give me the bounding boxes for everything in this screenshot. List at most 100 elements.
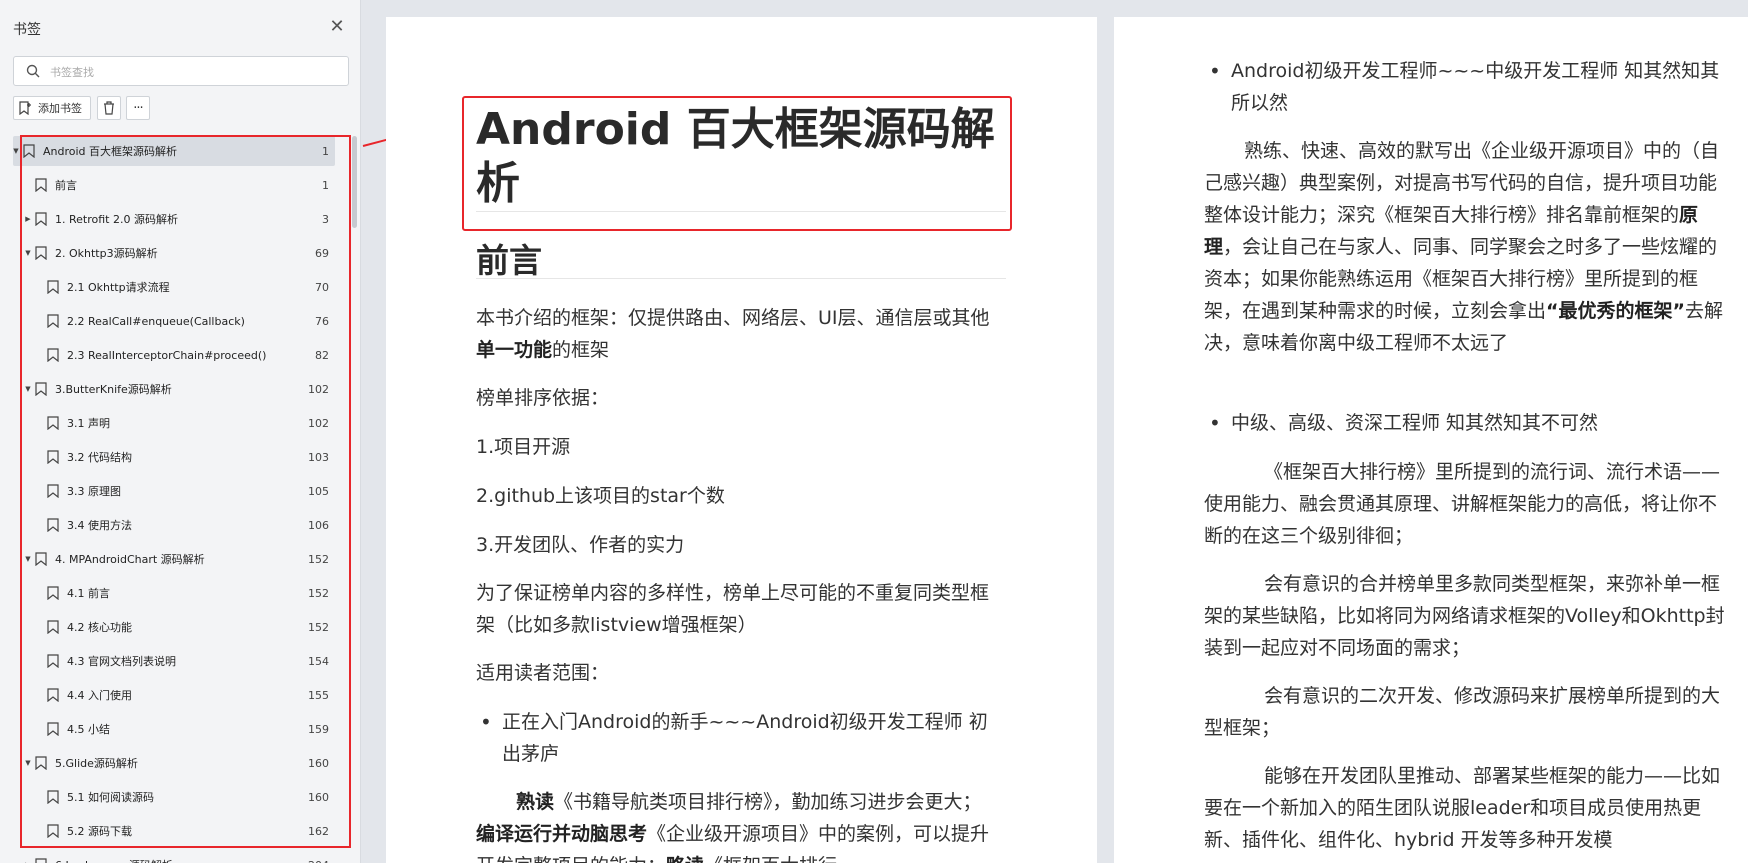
collapse-arrow-icon[interactable]: ▼ xyxy=(23,555,33,563)
pdf-page-left: Android 百大框架源码解析 前言 本书介绍的框架：仅提供路由、网络层、UI… xyxy=(386,17,1097,863)
delete-bookmark-button[interactable] xyxy=(97,96,121,120)
bookmark-item[interactable]: 3.3 原理图 105 xyxy=(13,476,335,506)
bookmark-item[interactable]: 前言 1 xyxy=(13,170,335,200)
bookmark-label: 2.2 RealCall#enqueue(Callback) xyxy=(67,314,245,328)
bookmark-item[interactable]: ▶6.Leakcanary源码解析204 xyxy=(13,850,335,863)
p1-text-a: 熟练、快速、高效的默写出《企业级开源项目》中的（自己感兴趣）典型案例，对提高书写… xyxy=(1204,140,1720,226)
bookmark-item[interactable]: 5.1 如何阅读源码 160 xyxy=(13,782,335,812)
bookmark-icon xyxy=(47,620,59,634)
bookmark-icon xyxy=(47,280,59,294)
bookmark-page-number: 82 xyxy=(315,348,329,362)
more-options-button[interactable]: ··· xyxy=(126,96,150,120)
bookmark-label: 前言 xyxy=(55,179,77,192)
bookmark-page-number: 162 xyxy=(308,824,329,838)
bookmark-item[interactable]: 2.1 Okhttp请求流程 70 xyxy=(13,272,335,302)
bookmark-item[interactable]: 4.4 入门使用 155 xyxy=(13,680,335,710)
bookmark-icon xyxy=(47,484,59,498)
bookmark-label: 3.2 代码结构 xyxy=(67,451,132,464)
bookmark-item[interactable]: 5.2 源码下载 162 xyxy=(13,816,335,846)
expand-arrow-icon[interactable]: ▶ xyxy=(23,215,33,223)
search-box[interactable] xyxy=(13,56,349,86)
senior-paragraph-2: 会有意识的合并榜单里多款同类型框架，来弥补单一框架的某些缺陷，比如将同为网络请求… xyxy=(1204,573,1725,659)
search-icon xyxy=(26,64,40,78)
bookmark-item[interactable]: 3.1 声明 102 xyxy=(13,408,335,438)
bookmark-icon xyxy=(35,246,47,260)
p1-bold-best: “最优秀的框架” xyxy=(1546,300,1685,322)
bookmark-label: Android 百大框架源码解析 xyxy=(43,145,178,158)
bookmark-icon xyxy=(35,212,47,226)
bookmark-label: 1. Retrofit 2.0 源码解析 xyxy=(55,213,178,226)
bookmark-page-number: 3 xyxy=(322,212,329,226)
text-f: 《框架百大排行 xyxy=(704,855,837,863)
collapse-arrow-icon[interactable]: ▼ xyxy=(23,385,33,393)
bookmark-icon xyxy=(23,144,35,158)
bookmarks-panel: 书签 ✕ 添加书签 ··· ▼Android 百大框架源 xyxy=(0,0,361,863)
intro-bold: 单一功能 xyxy=(476,339,553,361)
bold-skim: 略读 xyxy=(666,855,704,863)
bookmark-page-number: 152 xyxy=(308,552,329,566)
add-bookmark-icon xyxy=(19,101,31,115)
bookmark-icon xyxy=(47,654,59,668)
bookmark-item[interactable]: 4.5 小结 159 xyxy=(13,714,335,744)
bookmark-icon xyxy=(35,756,47,770)
close-icon[interactable]: ✕ xyxy=(327,17,347,37)
bookmark-icon xyxy=(47,722,59,736)
senior-paragraph-3: 会有意识的二次开发、修改源码来扩展榜单所提到的大型框架； xyxy=(1204,685,1721,739)
bookmark-item[interactable]: 2.3 RealInterceptorChain#proceed() 82 xyxy=(13,340,335,370)
trash-icon xyxy=(104,101,114,115)
bookmark-item[interactable]: ▼ 5.Glide源码解析 160 xyxy=(13,748,335,778)
bookmark-page-number: 154 xyxy=(308,654,329,668)
bookmark-page-number: 103 xyxy=(308,450,329,464)
bookmark-page-number: 159 xyxy=(308,722,329,736)
bookmark-icon xyxy=(47,688,59,702)
collapse-arrow-icon[interactable]: ▼ xyxy=(13,147,21,155)
bookmark-item[interactable]: ▼ 2. Okhttp3源码解析 69 xyxy=(13,238,335,268)
bookmark-page-number: 102 xyxy=(308,416,329,430)
collapse-arrow-icon[interactable]: ▼ xyxy=(23,249,33,257)
add-bookmark-button[interactable]: 添加书签 xyxy=(13,96,91,120)
bold-compile: 编译运行并动脑思考 xyxy=(476,823,648,845)
panel-title: 书签 xyxy=(13,22,41,38)
bookmark-page-number: 102 xyxy=(308,382,329,396)
bookmark-item[interactable]: ▶ 1. Retrofit 2.0 源码解析 3 xyxy=(13,204,335,234)
bookmark-icon xyxy=(35,178,47,192)
bookmark-label: 3.4 使用方法 xyxy=(67,519,132,532)
bookmark-icon xyxy=(47,348,59,362)
bookmark-page-number: 105 xyxy=(308,484,329,498)
bookmark-item[interactable]: 4.2 核心功能 152 xyxy=(13,612,335,642)
junior-paragraph: 熟练、快速、高效的默写出《企业级开源项目》中的（自己感兴趣）典型案例，对提高书写… xyxy=(1204,135,1729,359)
bookmark-page-number: 1 xyxy=(322,144,329,158)
bookmark-item[interactable]: 4.1 前言 152 xyxy=(13,578,335,608)
bookmark-item[interactable]: 4.3 官网文档列表说明 154 xyxy=(13,646,335,676)
bookmark-icon xyxy=(47,518,59,532)
heading-divider xyxy=(476,278,1006,279)
section-heading: 前言 xyxy=(476,241,542,280)
bookmark-label: 4.5 小结 xyxy=(67,723,110,736)
bookmark-page-number: 160 xyxy=(308,756,329,770)
bookmark-icon xyxy=(35,858,47,863)
bookmark-item[interactable]: 3.4 使用方法 106 xyxy=(13,510,335,540)
bookmark-page-number: 76 xyxy=(315,314,329,328)
title-divider xyxy=(476,211,1006,212)
bookmark-label: 6.Leakcanary源码解析 xyxy=(55,857,173,863)
intro-text-end: 的框架 xyxy=(552,339,610,361)
bookmark-item[interactable]: ▼ 3.ButterKnife源码解析 102 xyxy=(13,374,335,404)
collapse-arrow-icon[interactable]: ▼ xyxy=(23,759,33,767)
diversity-paragraph: 为了保证榜单内容的多样性，榜单上尽可能的不重复同类型框架（比如多款listvie… xyxy=(476,582,990,636)
bookmark-label: 4.2 核心功能 xyxy=(67,621,132,634)
bookmark-page-number: 1 xyxy=(322,178,329,192)
bookmark-label: 5.1 如何阅读源码 xyxy=(67,791,154,804)
basis-item-2: 2.github上该项目的star个数 xyxy=(476,485,725,507)
bookmark-item[interactable]: ▼ Android 百大框架源码解析 1 xyxy=(13,136,335,166)
level-bullet-1: Android初级开发工程师~~~中级开发工程师 知其然知其所以然 xyxy=(1209,55,1731,119)
senior-paragraph-1: 《框架百大排行榜》里所提到的流行词、流行术语——使用能力、融会贯通其原理、讲解框… xyxy=(1204,461,1721,547)
bookmark-label: 4.3 官网文档列表说明 xyxy=(67,655,176,668)
bookmark-search-input[interactable] xyxy=(50,62,340,82)
bookmark-item[interactable]: ▼ 4. MPAndroidChart 源码解析 152 xyxy=(13,544,335,574)
bookmark-icon xyxy=(47,450,59,464)
pdf-page-right: Android初级开发工程师~~~中级开发工程师 知其然知其所以然 熟练、快速、… xyxy=(1114,17,1748,863)
bookmark-icon xyxy=(47,790,59,804)
bookmark-item[interactable]: 3.2 代码结构 103 xyxy=(13,442,335,472)
bookmark-label: 4. MPAndroidChart 源码解析 xyxy=(55,553,205,566)
bookmark-item[interactable]: 2.2 RealCall#enqueue(Callback) 76 xyxy=(13,306,335,336)
